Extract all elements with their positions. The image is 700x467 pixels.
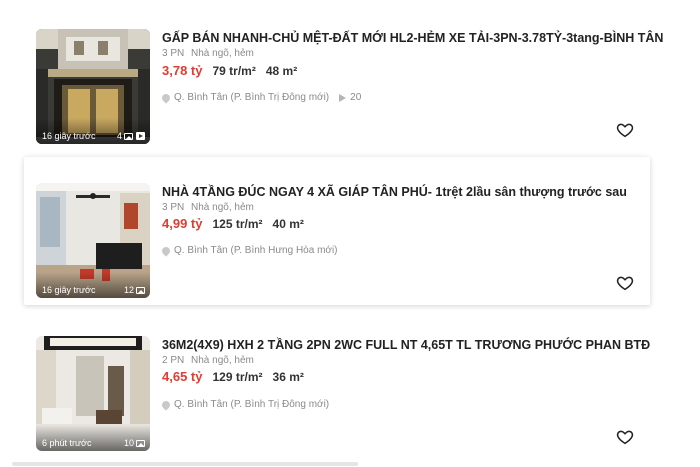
bedrooms: 3 PN [162, 202, 185, 213]
photo-count: 12 [124, 285, 145, 295]
property-type: Nhà ngõ, hẻm [191, 202, 254, 213]
bedrooms: 3 PN [162, 48, 185, 59]
posted-time: 16 giây trước [42, 285, 96, 295]
property-type: Nhà ngõ, hẻm [191, 48, 254, 59]
listing-title[interactable]: NHÀ 4TẦNG ĐÚC NGAY 4 XÃ GIÁP TÂN PHÚ- 1t… [162, 185, 627, 199]
image-icon [136, 439, 145, 447]
area: 48 m² [265, 64, 298, 78]
location: Q. Bình Tân (P. Bình Trị Đông mới) [160, 398, 330, 411]
listing-meta: 2 PN Nhà ngõ, hẻm [162, 355, 254, 366]
listing-title[interactable]: GẤP BÁN NHANH-CHỦ MỆT-ĐẤT MỚI HL2-HẺM XE… [162, 31, 663, 45]
listing-title[interactable]: 36M2(4X9) HXH 2 TẦNG 2PN 2WC FULL NT 4,6… [162, 338, 650, 352]
area: 36 m² [272, 370, 304, 384]
video-icon [136, 132, 145, 140]
heart-outline-icon[interactable] [616, 121, 634, 139]
listing-meta: 3 PN Nhà ngõ, hẻm [162, 48, 254, 59]
area: 40 m² [272, 217, 304, 231]
price-per-m2: 125 tr/m² [212, 217, 263, 231]
price-row: 4,65 tỷ 129 tr/m² 36 m² [162, 369, 304, 384]
property-type: Nhà ngõ, hẻm [191, 355, 254, 366]
photo-count: 10 [124, 438, 145, 448]
location: Q. Bình Tân (P. Bình Trị Đông mới) 20 [160, 91, 362, 104]
bedrooms: 2 PN [162, 355, 185, 366]
location-text: Q. Bình Tân (P. Bình Trị Đông mới) [174, 92, 330, 103]
price: 3,78 tỷ [162, 63, 203, 78]
heart-outline-icon[interactable] [616, 428, 634, 446]
scroll-divider [12, 462, 358, 466]
price: 4,65 tỷ [162, 369, 203, 384]
price: 4,99 tỷ [162, 216, 203, 231]
listing-thumbnail[interactable]: 6 phút trước 10 [36, 336, 150, 451]
image-icon [124, 132, 133, 140]
price-row: 3,78 tỷ 79 tr/m² 48 m² [162, 63, 297, 78]
location-pin-icon [160, 244, 172, 257]
location-pin-icon [160, 398, 172, 411]
heart-outline-icon[interactable] [616, 274, 634, 292]
price-row: 4,99 tỷ 125 tr/m² 40 m² [162, 216, 304, 231]
image-icon [136, 286, 145, 294]
listing-meta: 3 PN Nhà ngõ, hẻm [162, 202, 254, 213]
price-per-m2: 129 tr/m² [212, 370, 263, 384]
view-count: 20 [350, 92, 362, 103]
location-text: Q. Bình Tân (P. Bình Hưng Hòa mới) [174, 245, 338, 256]
listing-card[interactable]: 6 phút trước 10 36M2(4X9) HXH 2 TẦNG 2PN… [24, 310, 650, 460]
location-pin-icon [160, 91, 172, 104]
listing-thumbnail[interactable]: 16 giây trước 4 [36, 29, 150, 144]
posted-time: 6 phút trước [42, 438, 92, 448]
listing-card[interactable]: 16 giây trước 4 GẤP BÁN NHANH-CHỦ MỆT-ĐẤ… [24, 0, 663, 150]
photo-count: 4 [117, 131, 145, 141]
price-per-m2: 79 tr/m² [212, 64, 256, 78]
listing-thumbnail[interactable]: 16 giây trước 12 [36, 183, 150, 298]
play-icon [339, 93, 347, 102]
location-text: Q. Bình Tân (P. Bình Trị Đông mới) [174, 399, 330, 410]
posted-time: 16 giây trước [42, 131, 96, 141]
listing-card[interactable]: 16 giây trước 12 NHÀ 4TẦNG ĐÚC NGAY 4 XÃ… [24, 157, 650, 305]
location: Q. Bình Tân (P. Bình Hưng Hòa mới) [160, 244, 338, 257]
